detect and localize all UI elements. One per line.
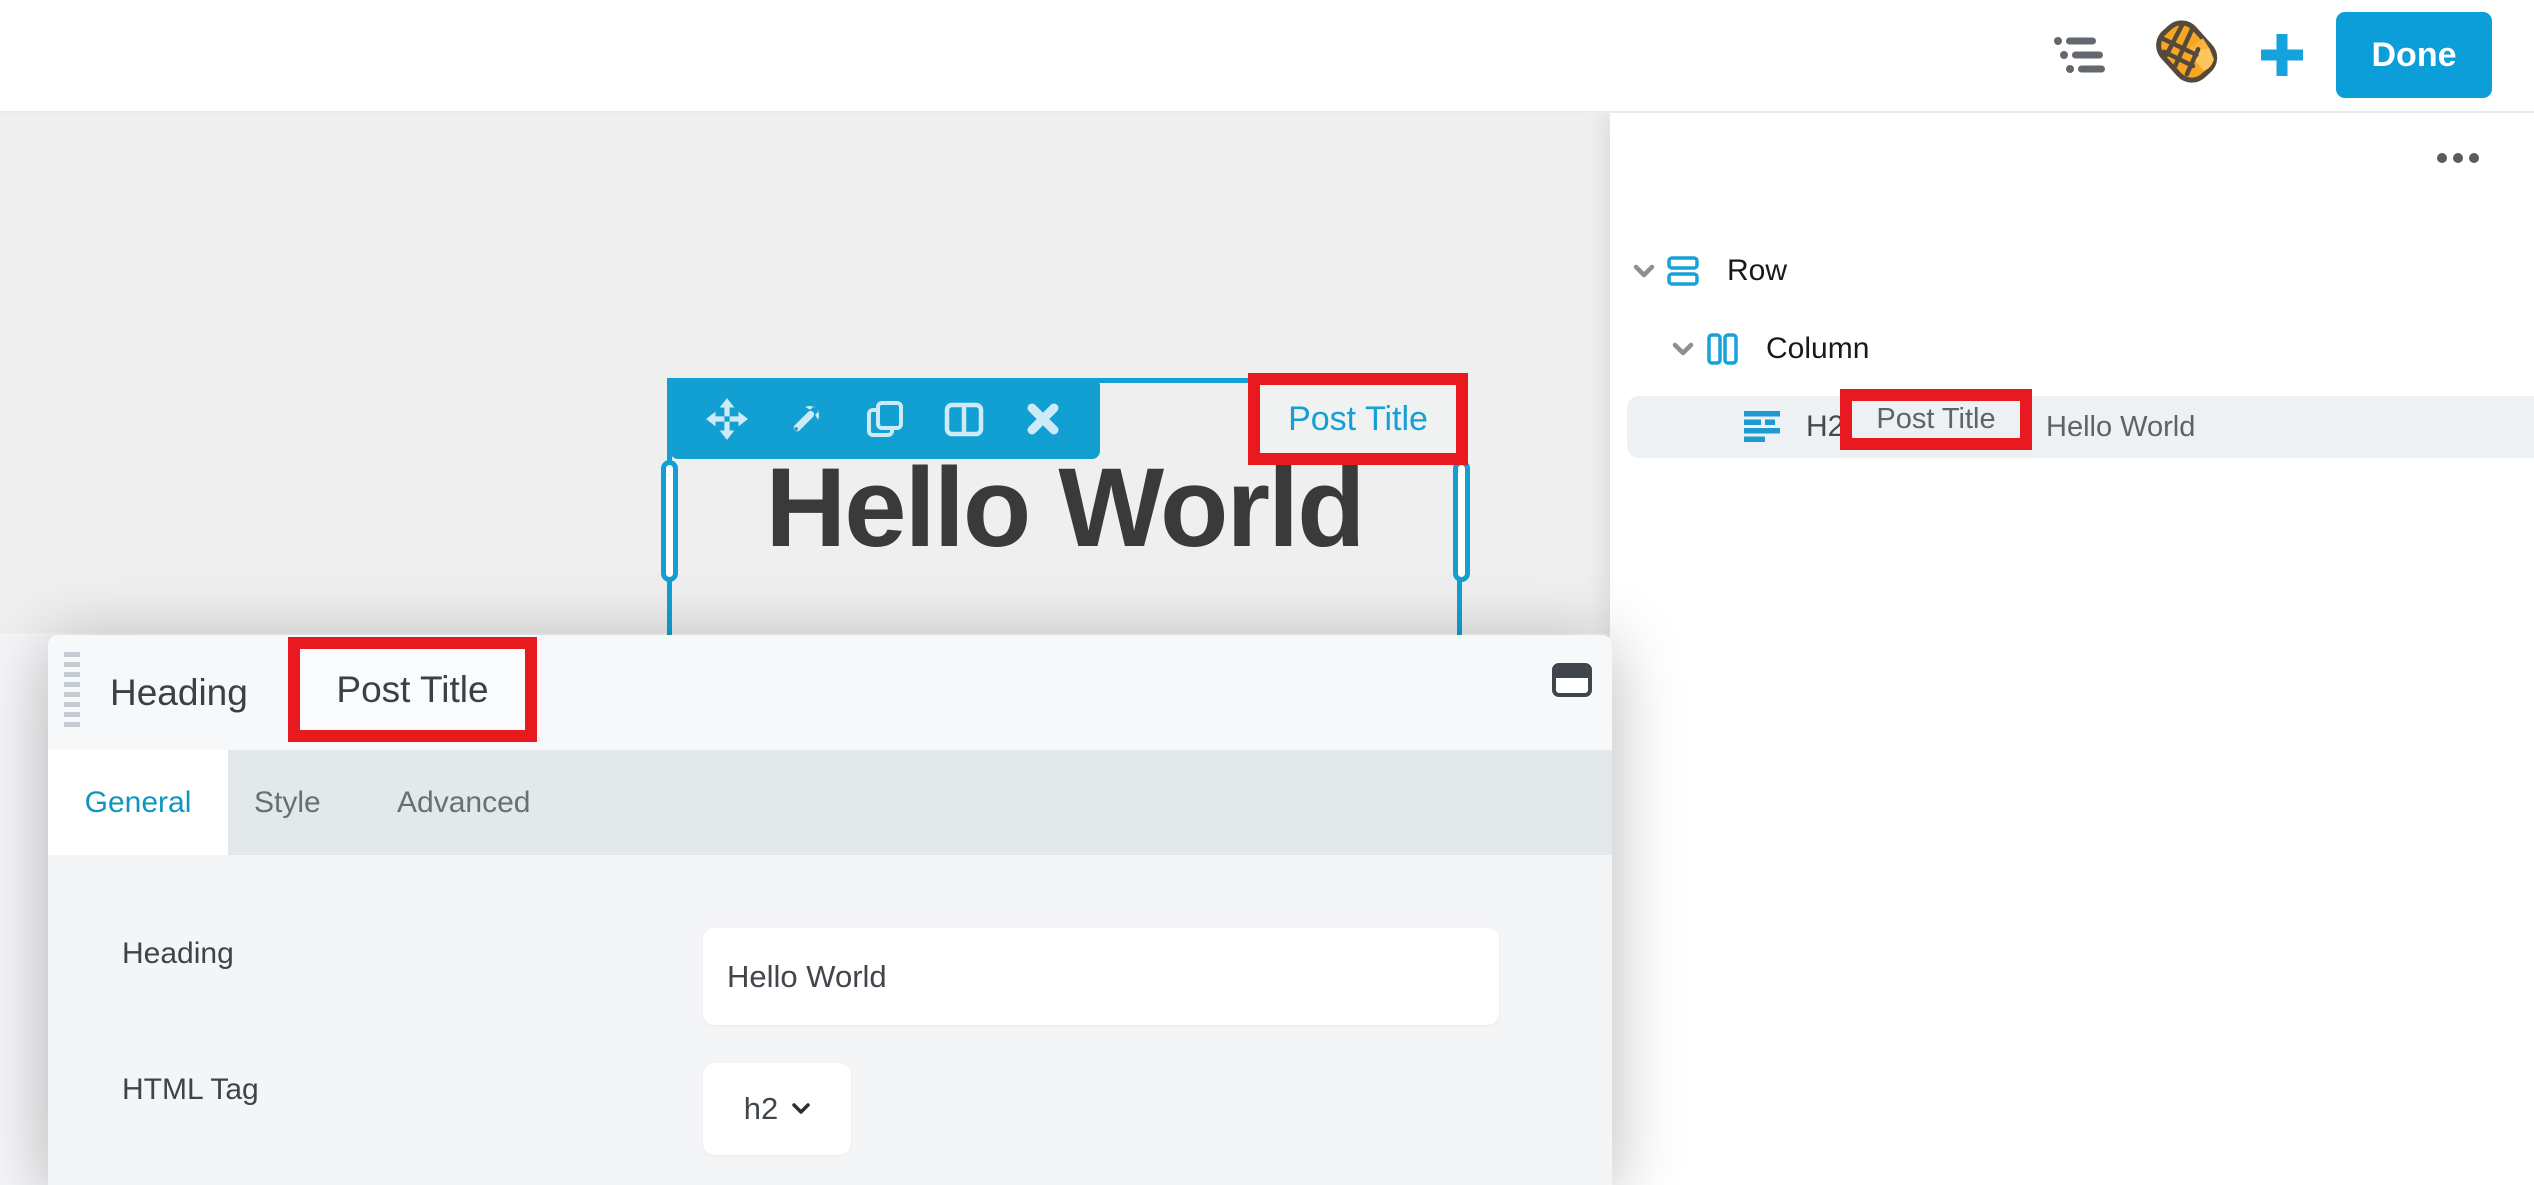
tree-item-label: Column: [1766, 332, 1869, 366]
panel-menu-icon[interactable]: [2437, 153, 2479, 163]
settings-tabs: General Style Advanced: [48, 750, 1612, 855]
add-content-plus-icon[interactable]: [2256, 29, 2308, 81]
module-label: Post Title: [1288, 400, 1428, 439]
done-button[interactable]: Done: [2336, 12, 2492, 98]
drag-handle[interactable]: [64, 652, 80, 727]
module-toolbar: [670, 378, 1100, 459]
column-icon: [1706, 333, 1738, 365]
tab-style[interactable]: Style: [254, 750, 321, 855]
duplicate-icon[interactable]: [862, 396, 908, 442]
row-icon: [1667, 256, 1699, 286]
heading-field-label: Heading: [122, 937, 234, 971]
html-tag-field-label: HTML Tag: [122, 1073, 259, 1107]
tree-module-label: Post Title: [1876, 403, 1995, 436]
tab-advanced[interactable]: Advanced: [397, 750, 530, 855]
beaver-builder-logo-icon[interactable]: [2152, 12, 2224, 94]
chevron-down-icon[interactable]: [1672, 342, 1694, 357]
close-icon[interactable]: [1020, 396, 1066, 442]
tree-item-row[interactable]: Row: [1633, 246, 1787, 296]
module-label-annotation: Post Title: [1248, 373, 1468, 465]
settings-header: Heading Post Title: [48, 635, 1612, 750]
tree-item-column[interactable]: Column: [1672, 324, 1869, 374]
outline-list-icon[interactable]: [2052, 30, 2108, 80]
outline-panel: Row Column H2 Post Title Hello World: [1610, 113, 2534, 1185]
beaver-builder-editor: Done: [0, 0, 2534, 1185]
chevron-down-icon[interactable]: [1633, 264, 1655, 279]
html-tag-value: h2: [744, 1091, 778, 1127]
top-bar: Done: [0, 0, 2534, 113]
expand-window-icon[interactable]: [1552, 663, 1592, 697]
tree-module-label-annotation: Post Title: [1840, 389, 2032, 450]
tab-general[interactable]: General: [48, 750, 228, 855]
tree-item-preview: Hello World: [2046, 411, 2195, 444]
tree-item-heading-module-selected[interactable]: H2 Post Title Hello World: [1627, 396, 2534, 458]
chevron-down-icon: [792, 1103, 810, 1115]
heading-module-icon: [1744, 411, 1781, 447]
heading-text-input[interactable]: [703, 928, 1499, 1025]
settings-body: Heading HTML Tag h2: [48, 855, 1612, 1185]
settings-title: Heading: [110, 635, 248, 750]
tree-item-tag: H2: [1806, 410, 1844, 444]
module-settings-panel: Heading Post Title General Style Advance…: [48, 635, 1612, 1185]
tree-item-label: Row: [1727, 254, 1787, 288]
wrench-settings-icon[interactable]: [783, 396, 829, 442]
html-tag-select[interactable]: h2: [703, 1063, 851, 1155]
settings-title-badge: Post Title: [336, 669, 488, 711]
settings-title-annotation: Post Title: [288, 637, 537, 742]
columns-icon[interactable]: [941, 396, 987, 442]
move-icon[interactable]: [704, 396, 750, 442]
